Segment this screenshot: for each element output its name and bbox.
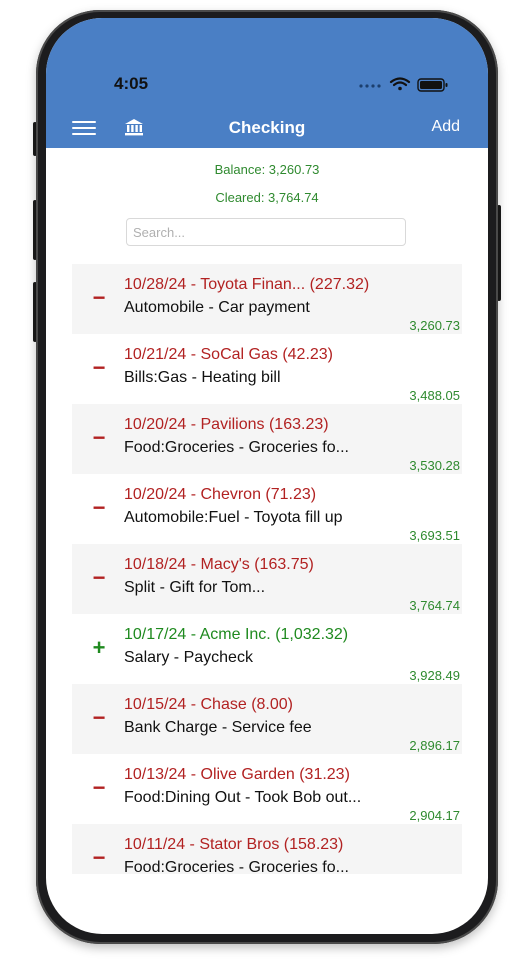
balance-label: Balance: 3,260.73 (214, 162, 320, 177)
transaction-description: Food:Groceries - Groceries fo... (124, 439, 349, 456)
transaction-row[interactable]: − 10/18/24 - Macy's (163.75) Split - Gif… (72, 544, 462, 614)
wifi-icon (389, 77, 411, 87)
transaction-title: 10/21/24 - SoCal Gas (42.23) (124, 346, 334, 363)
expense-sign-icon: − (92, 565, 106, 590)
cellular-signal-icon (359, 84, 381, 88)
running-balance: 2,904.17 (409, 808, 460, 823)
transaction-title: 10/11/24 - Stator Bros (158.23) (124, 836, 344, 853)
transaction-row[interactable]: − 10/11/24 - Stator Bros (158.23) Food:G… (72, 824, 462, 874)
running-balance: 3,693.51 (409, 528, 460, 543)
expense-sign-icon: − (92, 705, 106, 730)
transaction-title: 10/15/24 - Chase (8.00) (124, 696, 293, 713)
transaction-title: 10/13/24 - Olive Garden (31.23) (124, 766, 350, 783)
transaction-description: Salary - Paycheck (124, 649, 253, 666)
transaction-row[interactable]: − 10/20/24 - Pavilions (163.23) Food:Gro… (72, 404, 462, 474)
transaction-title: 10/20/24 - Chevron (71.23) (124, 486, 317, 503)
transaction-row[interactable]: − 10/15/24 - Chase (8.00) Bank Charge - … (72, 684, 462, 754)
expense-sign-icon: − (92, 775, 106, 800)
transaction-row[interactable]: − 10/13/24 - Olive Garden (31.23) Food:D… (72, 754, 462, 824)
battery-icon (417, 78, 448, 92)
cleared-label: Cleared: 3,764.74 (215, 190, 319, 205)
running-balance: 3,530.28 (409, 458, 460, 473)
expense-sign-icon: − (92, 355, 106, 380)
expense-sign-icon: − (92, 285, 106, 310)
transaction-description: Food:Groceries - Groceries fo... (124, 859, 349, 874)
status-time: 4:05 (114, 74, 149, 93)
screen: 4:05 Checking Add Balance: 3,260.73 Clea… (46, 18, 488, 934)
transaction-title: 10/17/24 - Acme Inc. (1,032.32) (124, 626, 349, 643)
transaction-row[interactable]: − 10/21/24 - SoCal Gas (42.23) Bills:Gas… (72, 334, 462, 404)
expense-sign-icon: − (92, 845, 106, 870)
search-input[interactable] (126, 218, 406, 246)
expense-sign-icon: − (92, 425, 106, 450)
transaction-title: 10/20/24 - Pavilions (163.23) (124, 416, 329, 433)
status-icons (359, 77, 448, 92)
transaction-description: Bills:Gas - Heating bill (124, 369, 281, 386)
running-balance: 3,488.05 (409, 388, 460, 403)
running-balance: 3,928.49 (409, 668, 460, 683)
stage: 4:05 Checking Add Balance: 3,260.73 Clea… (0, 0, 530, 970)
transaction-row[interactable]: − 10/28/24 - Toyota Finan... (227.32) Au… (72, 264, 462, 334)
transaction-description: Split - Gift for Tom... (124, 579, 266, 596)
transaction-title: 10/18/24 - Macy's (163.75) (124, 556, 314, 573)
expense-sign-icon: − (92, 495, 106, 520)
transaction-title: 10/28/24 - Toyota Finan... (227.32) (124, 276, 370, 293)
transaction-row[interactable]: + 10/17/24 - Acme Inc. (1,032.32) Salary… (72, 614, 462, 684)
page-title: Checking (228, 118, 306, 137)
transaction-list[interactable]: − 10/28/24 - Toyota Finan... (227.32) Au… (72, 264, 462, 874)
running-balance: 3,260.73 (409, 318, 460, 333)
transaction-description: Automobile:Fuel - Toyota fill up (124, 509, 343, 526)
add-button[interactable]: Add (432, 118, 460, 136)
transaction-row[interactable]: − 10/20/24 - Chevron (71.23) Automobile:… (72, 474, 462, 544)
income-sign-icon: + (92, 635, 106, 660)
transaction-description: Automobile - Car payment (124, 299, 310, 316)
transaction-description: Bank Charge - Service fee (124, 719, 312, 736)
running-balance: 3,764.74 (409, 598, 460, 613)
transaction-description: Food:Dining Out - Took Bob out... (124, 789, 362, 806)
app-header: 4:05 Checking Add (46, 18, 488, 148)
phone-frame: 4:05 Checking Add Balance: 3,260.73 Clea… (36, 10, 498, 944)
wifi-dot (398, 86, 402, 91)
running-balance: 2,896.17 (409, 738, 460, 753)
